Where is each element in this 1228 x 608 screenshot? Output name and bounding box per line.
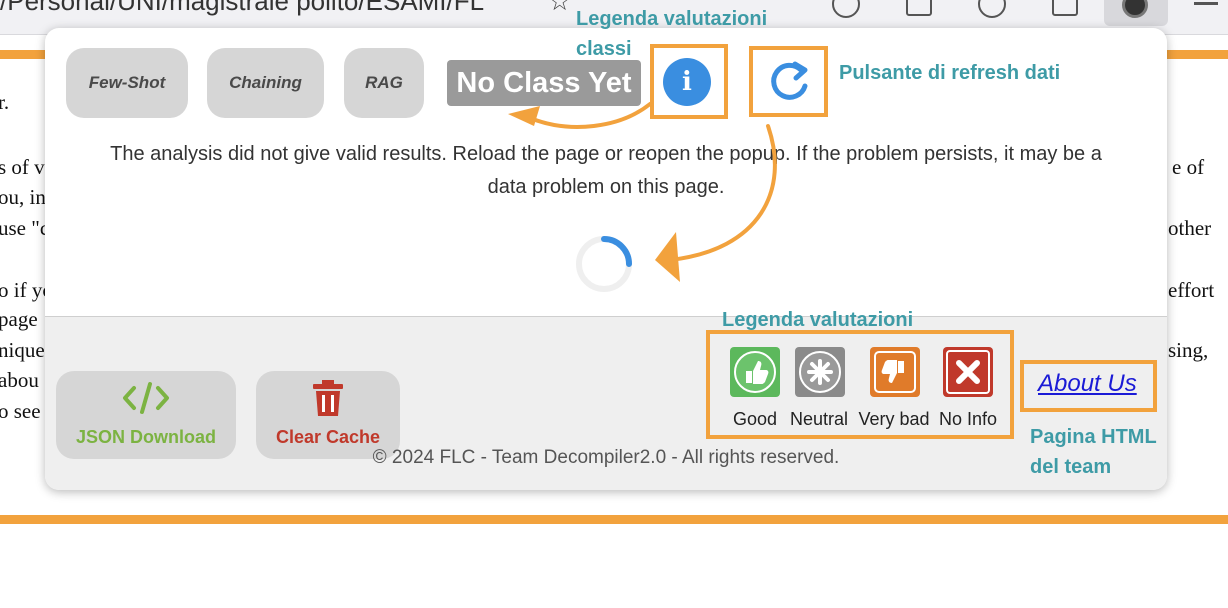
- arrow-to-class-badge: [528, 102, 652, 129]
- arrow-to-spinner: [668, 124, 777, 262]
- arrowhead-class-badge: [508, 106, 540, 126]
- annotation-arrows: [508, 102, 777, 282]
- arrowhead-spinner: [655, 232, 680, 282]
